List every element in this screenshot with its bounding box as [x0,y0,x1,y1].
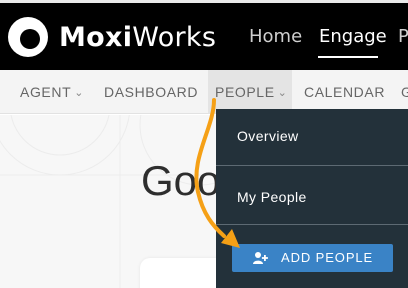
chevron-down-icon: ⌄ [277,87,288,99]
subnav-more-label: G [401,84,408,100]
top-strip [0,0,408,3]
subnav-people-label: PEOPLE [215,84,275,100]
menu-item-overview[interactable]: Overview [216,109,408,166]
subnav-more[interactable]: G [401,70,408,113]
subnav-agent-label: AGENT [20,84,72,100]
menu-item-my-people[interactable]: My People [216,167,408,225]
page-greeting: Goo [141,157,221,204]
subnav-dashboard-label: DASHBOARD [104,84,199,100]
chevron-down-icon: ⌄ [74,87,85,99]
brand-name-regular: Works [132,22,217,53]
secondary-nav: AGENT⌄ DASHBOARD PEOPLE⌄ CALENDAR G [0,70,408,114]
subnav-people[interactable]: PEOPLE ⌄ [208,70,292,113]
subnav-calendar[interactable]: CALENDAR [304,70,386,113]
brand-wordmark[interactable]: MoxiWorks [59,22,216,54]
nav-home[interactable]: Home [249,24,302,50]
subnav-agent[interactable]: AGENT ⌄ [20,70,85,113]
nav-active-underline [318,56,378,58]
top-bar: MoxiWorks Home Engage P [0,0,408,70]
moxiworks-logo-icon [8,17,48,57]
add-people-label: ADD PEOPLE [281,250,374,265]
brand-name-bold: Moxi [59,22,133,53]
nav-engage[interactable]: Engage [319,24,387,50]
subnav-dashboard[interactable]: DASHBOARD [104,70,199,113]
add-people-button[interactable]: ADD PEOPLE [232,244,393,272]
nav-more[interactable]: P [398,24,408,50]
add-person-icon [253,252,268,264]
subnav-calendar-label: CALENDAR [304,84,386,100]
people-dropdown-menu: Overview My People ADD PEOPLE [216,109,408,288]
